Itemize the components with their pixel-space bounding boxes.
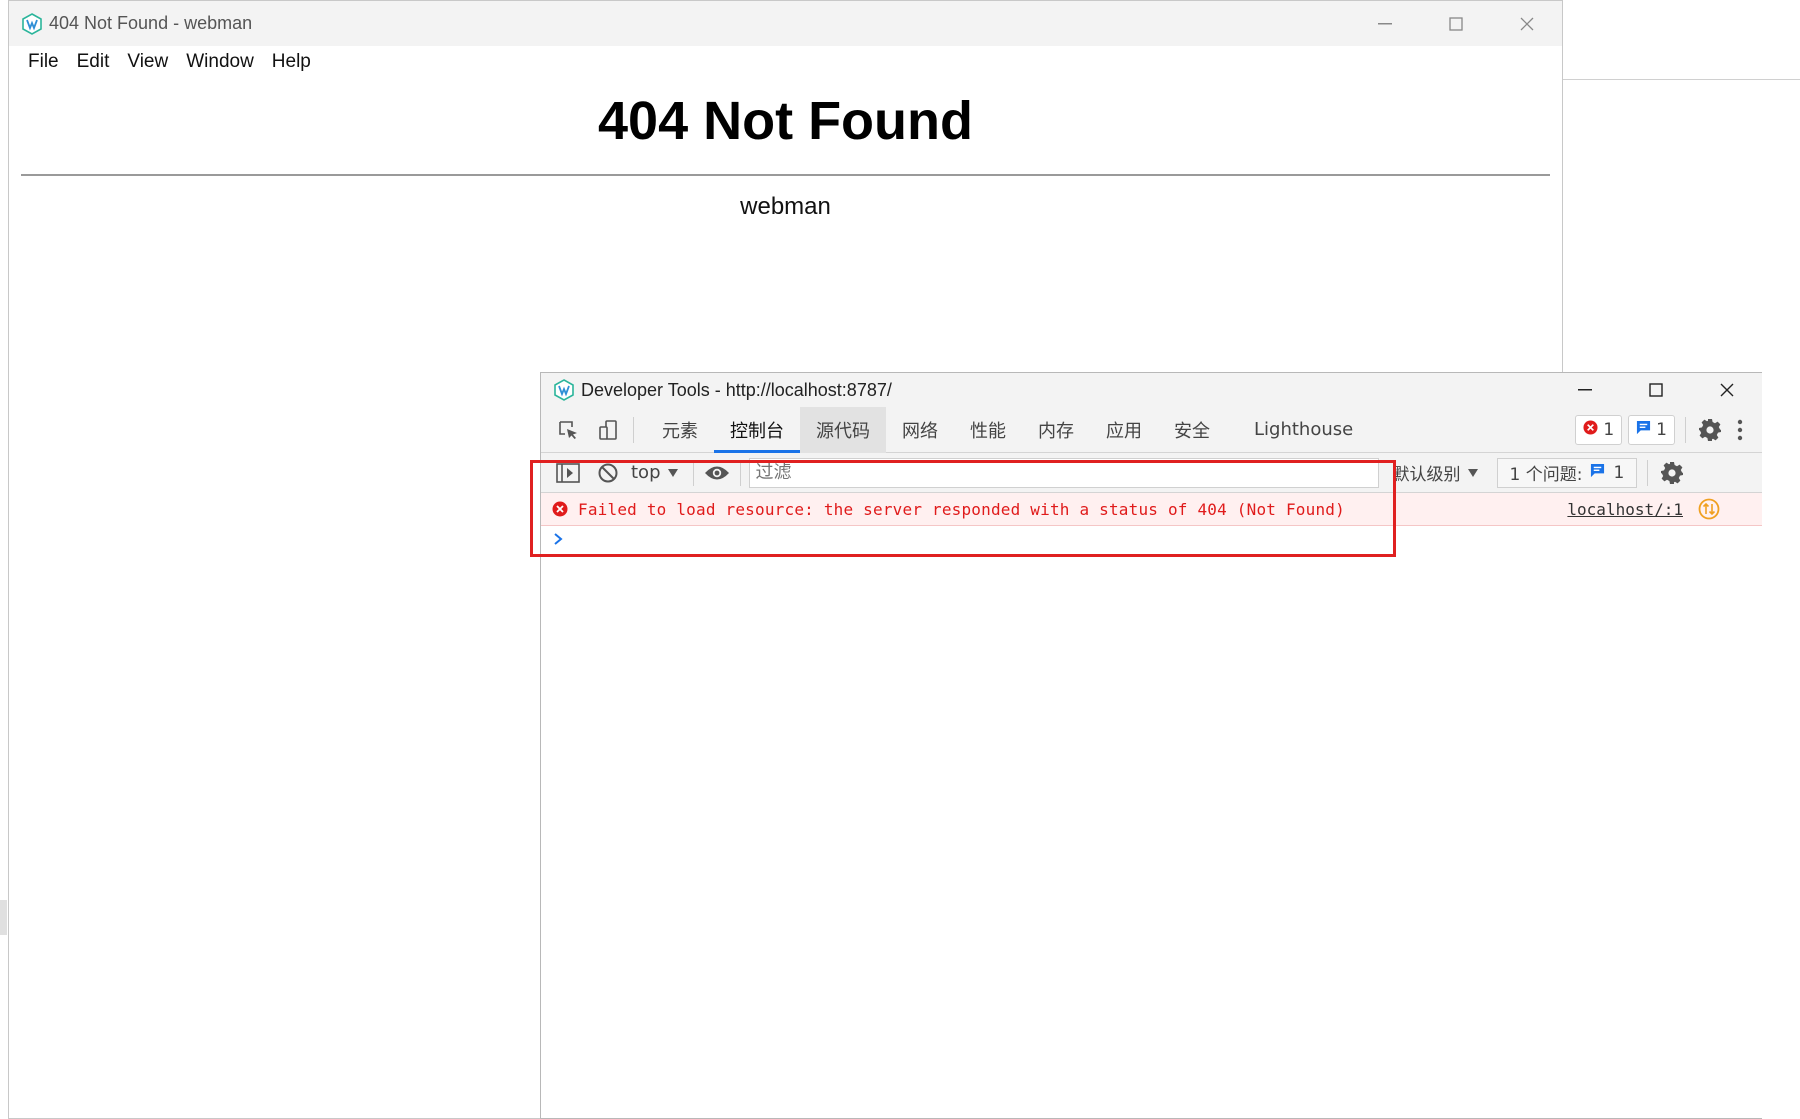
clear-console-icon[interactable] <box>595 460 621 486</box>
tab-security[interactable]: 安全 <box>1158 407 1226 453</box>
error-icon <box>1583 420 1598 440</box>
issues-count: 1 <box>1613 462 1625 483</box>
menu-window[interactable]: Window <box>177 51 263 73</box>
device-toggle-icon[interactable] <box>595 417 621 443</box>
log-levels-label: 默认级别 <box>1392 465 1461 485</box>
tab-elements[interactable]: 元素 <box>646 407 714 453</box>
minimize-button[interactable] <box>1349 1 1420 47</box>
devtools-minimize-button[interactable] <box>1549 373 1620 407</box>
toolbar-separator <box>1647 459 1649 486</box>
chevron-down-icon <box>667 462 679 483</box>
error-icon <box>552 501 568 517</box>
live-expression-eye-icon[interactable] <box>704 460 730 486</box>
chevron-down-icon <box>1467 463 1479 483</box>
console-error-message[interactable]: Failed to load resource: the server resp… <box>541 493 1762 526</box>
error-source-link[interactable]: localhost/:1 <box>1567 500 1683 519</box>
more-options-icon[interactable] <box>1730 416 1750 444</box>
console-prompt[interactable] <box>541 526 1762 556</box>
toolbar-separator <box>739 459 741 486</box>
menu-file[interactable]: File <box>19 51 68 73</box>
message-icon <box>1590 463 1605 483</box>
message-count-badge[interactable]: 1 <box>1628 415 1675 445</box>
tab-lighthouse[interactable]: Lighthouse <box>1238 407 1369 453</box>
sidebar-toggle-icon[interactable] <box>555 460 581 486</box>
log-levels-dropdown[interactable]: 默认级别 <box>1393 460 1479 485</box>
desktop-divider <box>1561 79 1800 80</box>
message-icon <box>1636 420 1651 440</box>
prompt-chevron-icon <box>553 532 563 550</box>
devtools-window: Developer Tools - http://localhost:8787/ <box>540 372 1762 1119</box>
toolbar-separator <box>1685 417 1686 443</box>
toolbar-separator <box>692 459 694 486</box>
menu-view[interactable]: View <box>118 51 177 73</box>
desktop-edge <box>0 900 7 935</box>
devtools-logo-icon <box>553 379 575 401</box>
error-message-text: Failed to load resource: the server resp… <box>578 499 1345 519</box>
devtools-tab-bar: 元素 控制台 源代码 网络 性能 内存 应用 安全 Lighthouse 1 1 <box>541 406 1762 453</box>
context-label: top <box>631 462 661 483</box>
main-titlebar[interactable]: 404 Not Found - webman <box>9 0 1562 46</box>
tab-application[interactable]: 应用 <box>1090 407 1158 453</box>
window-title: 404 Not Found - webman <box>49 13 253 33</box>
tab-network[interactable]: 网络 <box>886 407 954 453</box>
menu-bar: File Edit View Window Help <box>9 46 1562 77</box>
settings-gear-icon[interactable] <box>1696 416 1724 444</box>
page-content: 404 Not Found webman <box>9 90 1562 221</box>
tab-performance[interactable]: 性能 <box>954 407 1022 453</box>
issues-button[interactable]: 1 个问题: 1 <box>1496 457 1638 488</box>
inspect-element-icon[interactable] <box>555 417 581 443</box>
devtools-maximize-button[interactable] <box>1620 373 1691 407</box>
filter-input[interactable] <box>748 457 1379 488</box>
tab-sources[interactable]: 源代码 <box>800 406 886 453</box>
page-heading: 404 Not Found <box>598 91 973 151</box>
issues-label: 1 个问题: <box>1509 465 1583 485</box>
console-toolbar: top 默认级别 1 个问题: 1 <box>541 453 1762 493</box>
horizontal-rule <box>21 174 1550 176</box>
tab-memory[interactable]: 内存 <box>1022 407 1090 453</box>
devtools-title: Developer Tools - http://localhost:8787/ <box>581 379 892 400</box>
close-button[interactable] <box>1491 1 1562 47</box>
toolbar-separator <box>633 416 634 443</box>
menu-edit[interactable]: Edit <box>68 51 119 73</box>
devtools-titlebar[interactable]: Developer Tools - http://localhost:8787/ <box>541 373 1762 407</box>
maximize-button[interactable] <box>1420 1 1491 47</box>
server-signature: webman <box>740 193 831 220</box>
app-logo-icon <box>21 12 43 35</box>
menu-help[interactable]: Help <box>263 51 320 73</box>
devtools-close-button[interactable] <box>1691 373 1762 407</box>
error-count: 1 <box>1603 420 1615 440</box>
error-count-badge[interactable]: 1 <box>1575 415 1623 445</box>
message-count: 1 <box>1656 420 1667 440</box>
network-request-icon[interactable] <box>1698 498 1720 520</box>
context-selector[interactable]: top <box>631 462 679 483</box>
console-settings-gear-icon[interactable] <box>1658 459 1686 487</box>
tab-console[interactable]: 控制台 <box>714 407 800 453</box>
